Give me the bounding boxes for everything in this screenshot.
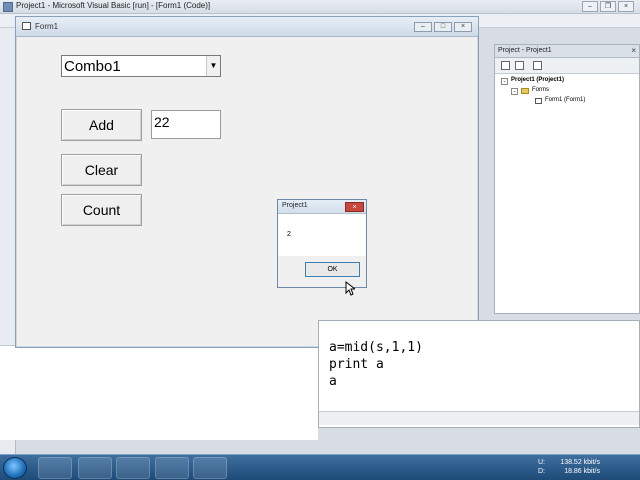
form1-title-bar[interactable]: Form1 – □ × xyxy=(16,17,478,37)
project-explorer-title: Project - Project1 xyxy=(498,47,552,54)
project-explorer-toolbar xyxy=(495,58,639,74)
vb-app-icon xyxy=(3,2,13,12)
clear-button[interactable]: Clear xyxy=(61,154,142,186)
project-explorer-title-bar: Project - Project1 × xyxy=(495,45,639,58)
code-window[interactable]: a=mid(s,1,1) print a a xyxy=(318,320,640,428)
tree-item-forms[interactable]: Forms xyxy=(532,87,549,93)
code-window-background xyxy=(0,345,318,440)
taskbar-app-orange-icon[interactable] xyxy=(78,457,112,479)
combo1-dropdown[interactable]: Combo1 ▼ xyxy=(61,55,221,77)
text1-value: 22 xyxy=(154,114,170,130)
count-button[interactable]: Count xyxy=(61,194,142,226)
mouse-cursor-icon xyxy=(345,281,355,296)
code-text[interactable]: a=mid(s,1,1) print a a xyxy=(329,339,423,390)
message-box-title: Project1 xyxy=(282,202,308,209)
network-labels: U: D: xyxy=(538,458,545,476)
code-line: a=mid(s,1,1) xyxy=(329,340,423,355)
ide-title-bar: Project1 - Microsoft Visual Basic [run] … xyxy=(0,0,640,14)
taskbar-vb-icon[interactable] xyxy=(155,457,189,479)
text1-input[interactable]: 22 xyxy=(151,110,221,139)
close-icon[interactable]: × xyxy=(618,1,634,12)
taskbar-folder-icon[interactable] xyxy=(116,457,150,479)
ide-window-title: Project1 - Microsoft Visual Basic [run] … xyxy=(16,1,211,10)
network-values: 138.52 kbit/s 18.86 kbit/s xyxy=(560,458,600,476)
horizontal-scrollbar[interactable] xyxy=(319,411,639,425)
ok-button[interactable]: OK xyxy=(305,262,360,277)
combo1-value: Combo1 xyxy=(64,58,121,75)
download-label: D: xyxy=(538,468,545,475)
restore-icon[interactable]: ❐ xyxy=(600,1,616,12)
tree-item-form1[interactable]: Form1 (Form1) xyxy=(545,97,585,103)
windows-start-icon[interactable] xyxy=(3,457,27,479)
taskbar-app-explorer-icon[interactable] xyxy=(38,457,72,479)
chevron-down-icon[interactable]: ▼ xyxy=(206,56,220,76)
form1-window: Form1 – □ × Combo1 ▼ Add 22 Clear Count xyxy=(15,16,479,348)
form1-title: Form1 xyxy=(35,22,59,31)
add-button[interactable]: Add xyxy=(61,109,142,141)
upload-speed: 138.52 kbit/s xyxy=(560,459,600,466)
form-icon xyxy=(22,22,31,30)
code-line: a xyxy=(329,374,337,389)
tree-expander-icon[interactable]: - xyxy=(501,78,508,85)
message-text: 2 xyxy=(287,231,291,238)
tree-expander-icon[interactable]: - xyxy=(511,88,518,95)
project-explorer: Project - Project1 × - Project1 (Project… xyxy=(494,44,640,314)
message-box: Project1 × 2 OK xyxy=(277,199,367,288)
message-box-title-bar[interactable]: Project1 × xyxy=(278,200,366,214)
folder-icon xyxy=(521,88,529,94)
code-line: print a xyxy=(329,357,384,372)
view-code-icon[interactable] xyxy=(501,61,510,70)
taskbar-zoom-icon[interactable] xyxy=(193,457,227,479)
form-minimize-icon[interactable]: – xyxy=(414,22,432,32)
minimize-icon[interactable]: – xyxy=(582,1,598,12)
upload-label: U: xyxy=(538,459,545,466)
message-box-close-icon[interactable]: × xyxy=(345,202,364,212)
tree-item-project1[interactable]: Project1 (Project1) xyxy=(511,77,564,83)
form-close-icon[interactable]: × xyxy=(454,22,472,32)
toggle-folders-icon[interactable] xyxy=(533,61,542,70)
view-object-icon[interactable] xyxy=(515,61,524,70)
form-maximize-icon[interactable]: □ xyxy=(434,22,452,32)
download-speed: 18.86 kbit/s xyxy=(564,468,600,475)
form-file-icon xyxy=(535,98,542,104)
project-close-icon[interactable]: × xyxy=(631,46,636,55)
